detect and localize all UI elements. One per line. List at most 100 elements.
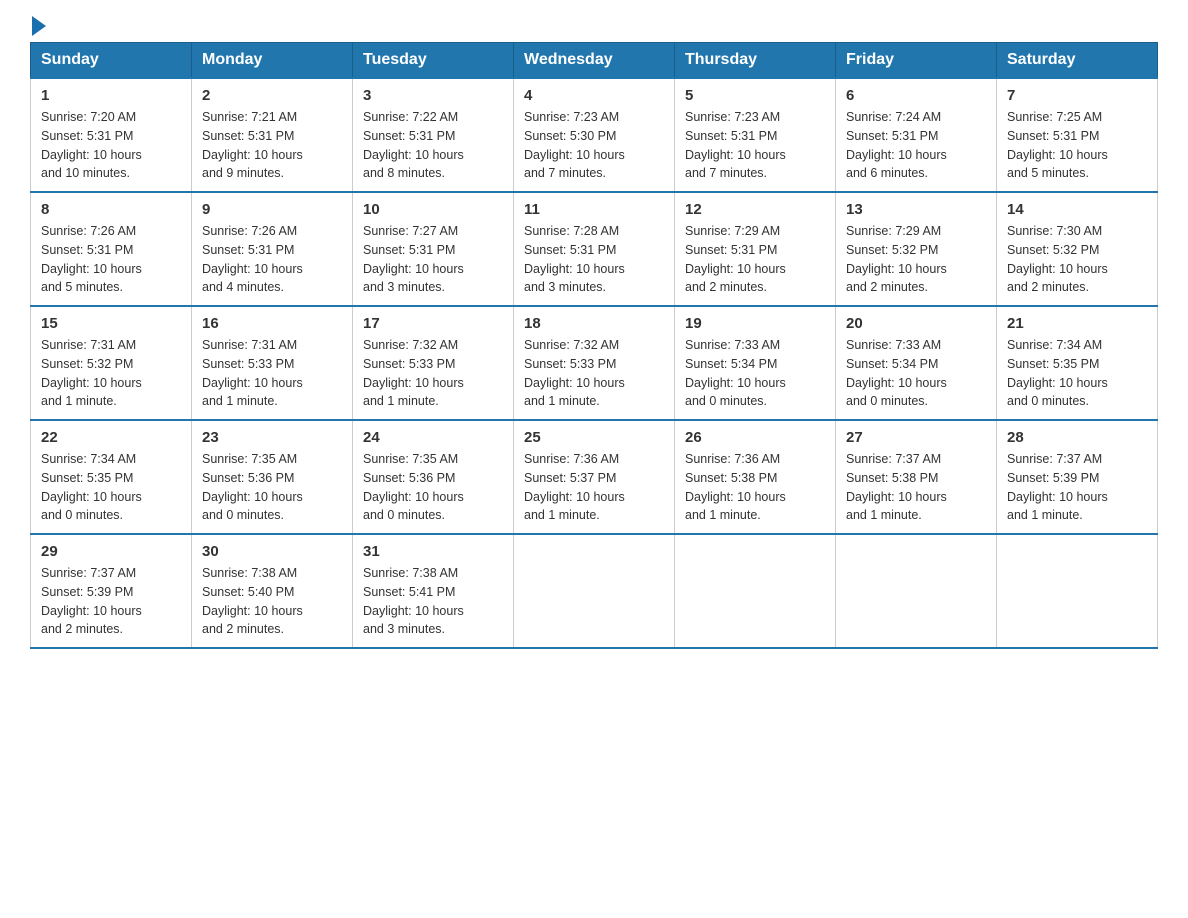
day-number: 8 <box>41 201 181 218</box>
day-info: Sunrise: 7:33 AMSunset: 5:34 PMDaylight:… <box>685 336 825 411</box>
day-number: 23 <box>202 429 342 446</box>
header-cell-sunday: Sunday <box>31 43 192 79</box>
header-cell-monday: Monday <box>192 43 353 79</box>
day-cell: 11 Sunrise: 7:28 AMSunset: 5:31 PMDayligh… <box>514 192 675 306</box>
day-number: 11 <box>524 201 664 218</box>
day-cell: 10 Sunrise: 7:27 AMSunset: 5:31 PMDayligh… <box>353 192 514 306</box>
day-cell: 22 Sunrise: 7:34 AMSunset: 5:35 PMDayligh… <box>31 420 192 534</box>
day-number: 27 <box>846 429 986 446</box>
day-cell: 8 Sunrise: 7:26 AMSunset: 5:31 PMDaylight… <box>31 192 192 306</box>
day-info: Sunrise: 7:29 AMSunset: 5:32 PMDaylight:… <box>846 222 986 297</box>
day-info: Sunrise: 7:37 AMSunset: 5:38 PMDaylight:… <box>846 450 986 525</box>
day-number: 14 <box>1007 201 1147 218</box>
header-cell-friday: Friday <box>836 43 997 79</box>
day-cell: 2Sunrise: 7:21 AMSunset: 5:31 PMDaylight… <box>192 78 353 192</box>
day-number: 21 <box>1007 315 1147 332</box>
day-cell: 27 Sunrise: 7:37 AMSunset: 5:38 PMDayligh… <box>836 420 997 534</box>
day-number: 22 <box>41 429 181 446</box>
day-info: Sunrise: 7:26 AMSunset: 5:31 PMDaylight:… <box>41 222 181 297</box>
week-row-5: 29 Sunrise: 7:37 AMSunset: 5:39 PMDayligh… <box>31 534 1158 648</box>
header-cell-thursday: Thursday <box>675 43 836 79</box>
day-info: Sunrise: 7:31 AMSunset: 5:32 PMDaylight:… <box>41 336 181 411</box>
day-info: Sunrise: 7:35 AMSunset: 5:36 PMDaylight:… <box>363 450 503 525</box>
week-row-4: 22 Sunrise: 7:34 AMSunset: 5:35 PMDayligh… <box>31 420 1158 534</box>
day-cell <box>997 534 1158 648</box>
day-cell: 9Sunrise: 7:26 AMSunset: 5:31 PMDaylight… <box>192 192 353 306</box>
header-cell-saturday: Saturday <box>997 43 1158 79</box>
day-info: Sunrise: 7:30 AMSunset: 5:32 PMDaylight:… <box>1007 222 1147 297</box>
day-info: Sunrise: 7:38 AMSunset: 5:41 PMDaylight:… <box>363 564 503 639</box>
day-number: 25 <box>524 429 664 446</box>
day-info: Sunrise: 7:24 AMSunset: 5:31 PMDaylight:… <box>846 108 986 183</box>
day-number: 13 <box>846 201 986 218</box>
day-number: 1 <box>41 87 181 104</box>
day-cell: 21Sunrise: 7:34 AMSunset: 5:35 PMDayligh… <box>997 306 1158 420</box>
day-number: 20 <box>846 315 986 332</box>
day-number: 26 <box>685 429 825 446</box>
day-number: 18 <box>524 315 664 332</box>
day-cell: 28Sunrise: 7:37 AMSunset: 5:39 PMDayligh… <box>997 420 1158 534</box>
day-number: 16 <box>202 315 342 332</box>
day-cell: 19 Sunrise: 7:33 AMSunset: 5:34 PMDayligh… <box>675 306 836 420</box>
day-info: Sunrise: 7:34 AMSunset: 5:35 PMDaylight:… <box>41 450 181 525</box>
day-cell: 7Sunrise: 7:25 AMSunset: 5:31 PMDaylight… <box>997 78 1158 192</box>
day-info: Sunrise: 7:32 AMSunset: 5:33 PMDaylight:… <box>363 336 503 411</box>
day-info: Sunrise: 7:33 AMSunset: 5:34 PMDaylight:… <box>846 336 986 411</box>
day-info: Sunrise: 7:37 AMSunset: 5:39 PMDaylight:… <box>41 564 181 639</box>
day-info: Sunrise: 7:23 AMSunset: 5:30 PMDaylight:… <box>524 108 664 183</box>
day-number: 30 <box>202 543 342 560</box>
day-cell: 24 Sunrise: 7:35 AMSunset: 5:36 PMDayligh… <box>353 420 514 534</box>
day-info: Sunrise: 7:35 AMSunset: 5:36 PMDaylight:… <box>202 450 342 525</box>
day-cell <box>675 534 836 648</box>
logo-arrow-icon <box>32 16 46 36</box>
day-number: 12 <box>685 201 825 218</box>
day-number: 7 <box>1007 87 1147 104</box>
day-cell: 5 Sunrise: 7:23 AMSunset: 5:31 PMDaylight… <box>675 78 836 192</box>
day-number: 29 <box>41 543 181 560</box>
day-info: Sunrise: 7:23 AMSunset: 5:31 PMDaylight:… <box>685 108 825 183</box>
day-cell <box>514 534 675 648</box>
day-info: Sunrise: 7:38 AMSunset: 5:40 PMDaylight:… <box>202 564 342 639</box>
day-cell: 4Sunrise: 7:23 AMSunset: 5:30 PMDaylight… <box>514 78 675 192</box>
day-info: Sunrise: 7:21 AMSunset: 5:31 PMDaylight:… <box>202 108 342 183</box>
day-info: Sunrise: 7:36 AMSunset: 5:37 PMDaylight:… <box>524 450 664 525</box>
day-number: 3 <box>363 87 503 104</box>
header-cell-wednesday: Wednesday <box>514 43 675 79</box>
day-number: 17 <box>363 315 503 332</box>
day-cell: 6 Sunrise: 7:24 AMSunset: 5:31 PMDaylight… <box>836 78 997 192</box>
day-cell: 31 Sunrise: 7:38 AMSunset: 5:41 PMDayligh… <box>353 534 514 648</box>
day-cell: 30 Sunrise: 7:38 AMSunset: 5:40 PMDayligh… <box>192 534 353 648</box>
header-cell-tuesday: Tuesday <box>353 43 514 79</box>
week-row-3: 15Sunrise: 7:31 AMSunset: 5:32 PMDayligh… <box>31 306 1158 420</box>
day-info: Sunrise: 7:22 AMSunset: 5:31 PMDaylight:… <box>363 108 503 183</box>
calendar-header: SundayMondayTuesdayWednesdayThursdayFrid… <box>31 43 1158 79</box>
day-cell: 23 Sunrise: 7:35 AMSunset: 5:36 PMDayligh… <box>192 420 353 534</box>
day-cell: 25 Sunrise: 7:36 AMSunset: 5:37 PMDayligh… <box>514 420 675 534</box>
week-row-1: 1 Sunrise: 7:20 AMSunset: 5:31 PMDaylight… <box>31 78 1158 192</box>
day-number: 5 <box>685 87 825 104</box>
day-number: 10 <box>363 201 503 218</box>
day-number: 9 <box>202 201 342 218</box>
day-cell <box>836 534 997 648</box>
day-number: 24 <box>363 429 503 446</box>
day-cell: 26Sunrise: 7:36 AMSunset: 5:38 PMDayligh… <box>675 420 836 534</box>
day-cell: 29 Sunrise: 7:37 AMSunset: 5:39 PMDayligh… <box>31 534 192 648</box>
day-cell: 12 Sunrise: 7:29 AMSunset: 5:31 PMDayligh… <box>675 192 836 306</box>
day-number: 19 <box>685 315 825 332</box>
day-cell: 1 Sunrise: 7:20 AMSunset: 5:31 PMDaylight… <box>31 78 192 192</box>
header-row: SundayMondayTuesdayWednesdayThursdayFrid… <box>31 43 1158 79</box>
day-cell: 13 Sunrise: 7:29 AMSunset: 5:32 PMDayligh… <box>836 192 997 306</box>
day-cell: 20 Sunrise: 7:33 AMSunset: 5:34 PMDayligh… <box>836 306 997 420</box>
day-info: Sunrise: 7:27 AMSunset: 5:31 PMDaylight:… <box>363 222 503 297</box>
day-cell: 3 Sunrise: 7:22 AMSunset: 5:31 PMDaylight… <box>353 78 514 192</box>
day-number: 31 <box>363 543 503 560</box>
day-info: Sunrise: 7:28 AMSunset: 5:31 PMDaylight:… <box>524 222 664 297</box>
day-info: Sunrise: 7:20 AMSunset: 5:31 PMDaylight:… <box>41 108 181 183</box>
day-info: Sunrise: 7:29 AMSunset: 5:31 PMDaylight:… <box>685 222 825 297</box>
day-cell: 16 Sunrise: 7:31 AMSunset: 5:33 PMDayligh… <box>192 306 353 420</box>
day-info: Sunrise: 7:31 AMSunset: 5:33 PMDaylight:… <box>202 336 342 411</box>
day-number: 28 <box>1007 429 1147 446</box>
week-row-2: 8 Sunrise: 7:26 AMSunset: 5:31 PMDaylight… <box>31 192 1158 306</box>
day-cell: 17 Sunrise: 7:32 AMSunset: 5:33 PMDayligh… <box>353 306 514 420</box>
day-number: 6 <box>846 87 986 104</box>
